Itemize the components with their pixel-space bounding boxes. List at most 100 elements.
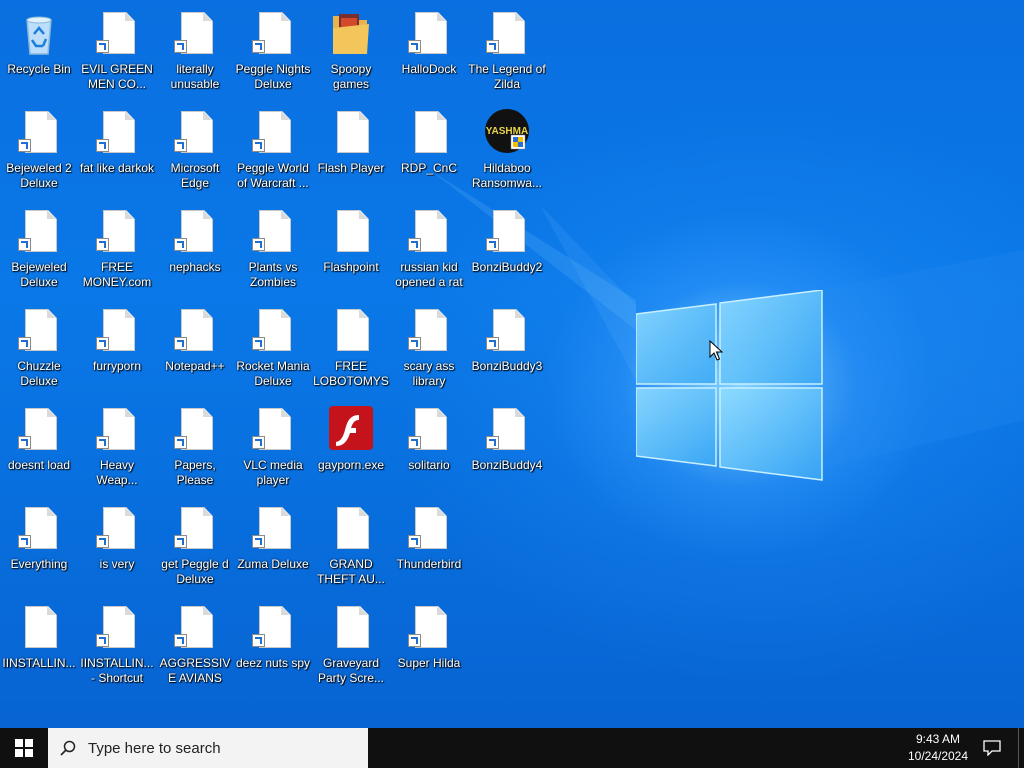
- desktop-icon[interactable]: scary ass library: [390, 301, 468, 397]
- folder-icon: [327, 10, 375, 58]
- desktop-icon[interactable]: gayporn.exe: [312, 400, 390, 496]
- page-fold: [203, 309, 212, 318]
- desktop-icon[interactable]: Thunderbird: [390, 499, 468, 595]
- shortcut-arrow-icon: [18, 436, 31, 449]
- desktop-icon-label: Papers, Please: [174, 458, 216, 487]
- desktop-icon[interactable]: Plants vs Zombies: [234, 202, 312, 298]
- desktop-icon[interactable]: Graveyard Party Scre...: [312, 598, 390, 694]
- desktop-icon[interactable]: solitario: [390, 400, 468, 496]
- shortcut-file-icon: [93, 505, 141, 553]
- shortcut-file-icon: [249, 307, 297, 355]
- page-fold: [359, 507, 368, 516]
- desktop-icon[interactable]: russian kid opened a rat: [390, 202, 468, 298]
- search-placeholder: Type here to search: [88, 739, 221, 757]
- shortcut-arrow-icon: [18, 238, 31, 251]
- desktop-icon-label: BonziBuddy3: [471, 359, 543, 373]
- desktop-icon[interactable]: Zuma Deluxe: [234, 499, 312, 595]
- system-clock[interactable]: 9:43 AM 10/24/2024: [900, 731, 976, 765]
- desktop-icon[interactable]: Flashpoint: [312, 202, 390, 298]
- desktop-icon[interactable]: Bejeweled 2 Deluxe: [0, 103, 78, 199]
- desktop-icon-label: doesnt load: [7, 458, 71, 472]
- shortcut-arrow-icon: [96, 139, 109, 152]
- desktop-icon[interactable]: HalloDock: [390, 4, 468, 100]
- show-desktop-button[interactable]: [1018, 728, 1024, 768]
- desktop-icon-label: EVIL GREEN MEN CO...: [81, 62, 153, 91]
- shortcut-file-icon: [171, 505, 219, 553]
- shortcut-arrow-icon: [252, 535, 265, 548]
- desktop-icon[interactable]: IINSTALLIN... - Shortcut: [78, 598, 156, 694]
- shortcut-file-icon: [249, 208, 297, 256]
- desktop-icon-label: Heavy Weap...: [96, 458, 138, 487]
- desktop-icon[interactable]: Peggle World of Warcraft ...: [234, 103, 312, 199]
- desktop-icon[interactable]: Chuzzle Deluxe: [0, 301, 78, 397]
- desktop-icon[interactable]: Everything: [0, 499, 78, 595]
- desktop-icon[interactable]: VLC media player: [234, 400, 312, 496]
- desktop-icon-label: HalloDock: [401, 62, 457, 76]
- desktop-icon[interactable]: nephacks: [156, 202, 234, 298]
- flash-icon: [327, 406, 375, 454]
- desktop-icon[interactable]: AGGRESSIVE AVIANS: [156, 598, 234, 694]
- start-button[interactable]: [0, 728, 48, 768]
- page-fold: [47, 111, 56, 120]
- shortcut-arrow-icon: [252, 337, 265, 350]
- page-fold: [125, 408, 134, 417]
- desktop-icon[interactable]: IINSTALLIN...: [0, 598, 78, 694]
- shortcut-arrow-icon: [252, 436, 265, 449]
- desktop-icon[interactable]: get Peggle d Deluxe: [156, 499, 234, 595]
- taskbar-search-box[interactable]: Type here to search: [48, 728, 368, 768]
- shortcut-file-icon: [483, 208, 531, 256]
- desktop-icon-label: is very: [99, 557, 135, 571]
- desktop-icon[interactable]: Peggle Nights Deluxe: [234, 4, 312, 100]
- desktop-icon-label: Peggle Nights Deluxe: [235, 62, 311, 91]
- desktop-icon[interactable]: is very: [78, 499, 156, 595]
- desktop-icon-label: FREE MONEY.com: [82, 260, 152, 289]
- shortcut-file-icon: [15, 109, 63, 157]
- file-icon: [327, 505, 375, 553]
- shortcut-file-icon: [15, 307, 63, 355]
- desktop-icon[interactable]: EVIL GREEN MEN CO...: [78, 4, 156, 100]
- desktop-icon[interactable]: literally unusable: [156, 4, 234, 100]
- desktop-icon[interactable]: Microsoft Edge: [156, 103, 234, 199]
- desktop-icon[interactable]: Heavy Weap...: [78, 400, 156, 496]
- desktop-icon[interactable]: Rocket Mania Deluxe: [234, 301, 312, 397]
- desktop-icon[interactable]: The Legend of Zilda: [468, 4, 546, 100]
- shortcut-file-icon: [249, 109, 297, 157]
- shortcut-arrow-icon: [486, 436, 499, 449]
- shortcut-arrow-icon: [408, 40, 421, 53]
- desktop-icon[interactable]: Papers, Please: [156, 400, 234, 496]
- page-fold: [281, 507, 290, 516]
- desktop-icon[interactable]: doesnt load: [0, 400, 78, 496]
- desktop-icon-label: russian kid opened a rat: [395, 260, 463, 289]
- desktop-icon[interactable]: Notepad++: [156, 301, 234, 397]
- desktop-icon[interactable]: Super Hilda: [390, 598, 468, 694]
- page-fold: [437, 210, 446, 219]
- desktop-icon[interactable]: BonziBuddy3: [468, 301, 546, 397]
- desktop-icon[interactable]: FREE LOBOTOMYS: [312, 301, 390, 397]
- desktop-icon[interactable]: furryporn: [78, 301, 156, 397]
- desktop-icon[interactable]: FREE MONEY.com: [78, 202, 156, 298]
- shortcut-arrow-icon: [408, 337, 421, 350]
- desktop-icon[interactable]: RDP_CnC: [390, 103, 468, 199]
- desktop-icon-label: Flash Player: [317, 161, 385, 175]
- action-center-button[interactable]: [980, 728, 1004, 768]
- shortcut-file-icon: [93, 604, 141, 652]
- shortcut-file-icon: [15, 208, 63, 256]
- shortcut-file-icon: [405, 505, 453, 553]
- desktop-icon-label: nephacks: [169, 260, 221, 274]
- desktop-icon[interactable]: Flash Player: [312, 103, 390, 199]
- page-fold: [125, 111, 134, 120]
- desktop-icon[interactable]: Recycle Bin: [0, 4, 78, 100]
- recycle-bin-icon: [15, 10, 63, 58]
- desktop-icon[interactable]: Bejeweled Deluxe: [0, 202, 78, 298]
- desktop-icon[interactable]: BonziBuddy2: [468, 202, 546, 298]
- desktop-icon[interactable]: Spoopy games: [312, 4, 390, 100]
- shortcut-file-icon: [249, 505, 297, 553]
- desktop-icon[interactable]: deez nuts spy: [234, 598, 312, 694]
- desktop[interactable]: Recycle Bin EVIL GREEN MEN CO... literally…: [0, 0, 1024, 728]
- desktop-icon[interactable]: GRAND THEFT AU...: [312, 499, 390, 595]
- shortcut-file-icon: [171, 109, 219, 157]
- desktop-icon[interactable]: fat like darkok: [78, 103, 156, 199]
- page-fold: [125, 507, 134, 516]
- desktop-icon[interactable]: BonziBuddy4: [468, 400, 546, 496]
- desktop-icon[interactable]: YASHMA Hildaboo Ransomwa...: [468, 103, 546, 199]
